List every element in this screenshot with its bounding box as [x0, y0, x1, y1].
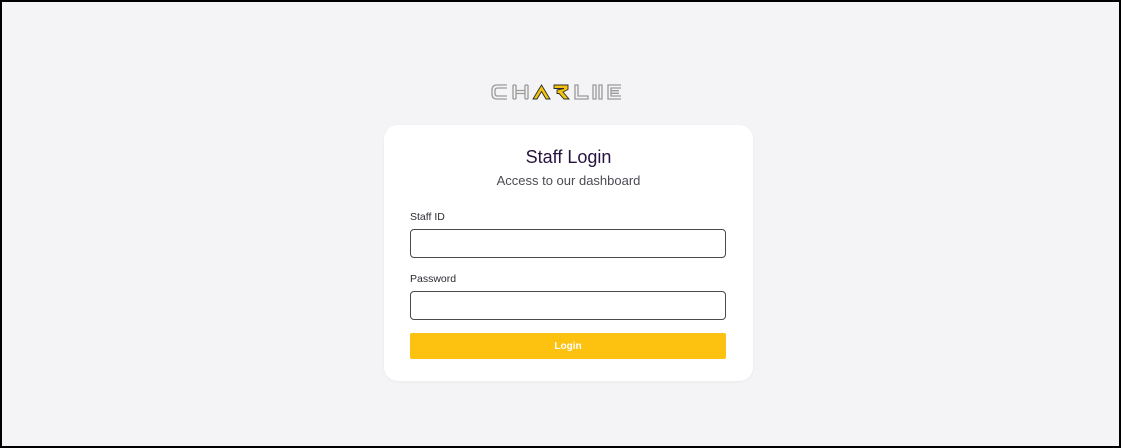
- charlie-logo-icon: [490, 84, 621, 100]
- password-label: Password: [410, 273, 457, 285]
- login-card: Staff Login Access to our dashboard Staf…: [384, 125, 753, 381]
- login-button[interactable]: Login: [410, 333, 726, 359]
- page-frame: Staff Login Access to our dashboard Staf…: [0, 0, 1121, 448]
- staff-id-field[interactable]: [410, 229, 726, 258]
- staff-id-label: Staff ID: [410, 211, 445, 223]
- charlie-logo: [2, 80, 1121, 106]
- password-field[interactable]: [410, 291, 726, 320]
- login-title: Staff Login: [525, 147, 612, 167]
- login-subtitle: Access to our dashboard: [496, 173, 641, 188]
